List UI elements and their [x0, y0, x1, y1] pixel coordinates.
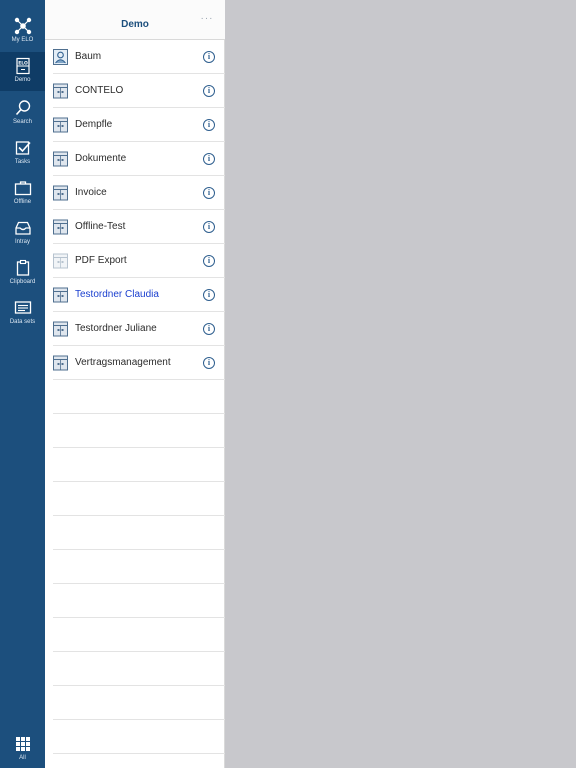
empty-row	[45, 516, 225, 550]
info-icon[interactable]: i	[203, 357, 215, 369]
sidebar-item-my-elo[interactable]: My ELO	[0, 12, 45, 52]
svg-text:ELO: ELO	[18, 61, 28, 67]
folder-list: Baum i CONTELO i Dempfle i Dokumente i I…	[45, 40, 225, 754]
list-item-invoice[interactable]: Invoice i	[45, 176, 225, 210]
folder-list-panel: Demo ··· Baum i CONTELO i Dempfle i Doku…	[45, 0, 225, 768]
sidebar-item-label: Tasks	[14, 159, 31, 165]
info-icon[interactable]: i	[203, 51, 215, 63]
cabinet-icon	[53, 321, 68, 337]
page-title: Demo	[121, 19, 149, 30]
list-item-testordner-juliane[interactable]: Testordner Juliane i	[45, 312, 225, 346]
sidebar-item-all[interactable]: All	[0, 730, 45, 768]
list-item-label: Testordner Claudia	[75, 289, 159, 300]
network-icon	[14, 17, 32, 35]
checkbox-icon	[14, 139, 32, 157]
list-item-baum[interactable]: Baum i	[45, 40, 225, 74]
list-item-label: Testordner Juliane	[75, 323, 157, 334]
empty-row	[45, 618, 225, 652]
archive-icon: ELO	[14, 57, 32, 75]
sidebar: My ELO ELO Demo Search Tasks Offline Int…	[0, 0, 45, 768]
cabinet-icon	[53, 219, 68, 235]
briefcase-icon	[14, 179, 32, 197]
grid-icon	[14, 735, 32, 753]
cabinet-icon	[53, 355, 68, 371]
sidebar-item-label: Demo	[14, 77, 31, 83]
cabinet-icon	[53, 83, 68, 99]
list-item-label: Baum	[75, 51, 102, 62]
clipboard-icon	[14, 259, 32, 277]
info-icon[interactable]: i	[203, 85, 215, 97]
search-icon	[14, 99, 32, 117]
sidebar-item-intray[interactable]: Intray	[0, 214, 45, 254]
empty-row	[45, 686, 225, 720]
info-icon[interactable]: i	[203, 153, 215, 165]
list-item-label: CONTELO	[75, 85, 124, 96]
sidebar-item-label: Offline	[13, 199, 32, 205]
sidebar-item-label: Intray	[14, 239, 30, 245]
info-icon[interactable]: i	[203, 289, 215, 301]
person-folder-icon	[53, 49, 68, 65]
sidebar-item-label: My ELO	[11, 37, 34, 43]
list-item-vertragsmanagement[interactable]: Vertragsmanagement i	[45, 346, 225, 380]
list-item-label: Dokumente	[75, 153, 127, 164]
sidebar-item-data-sets[interactable]: Data sets	[0, 294, 45, 334]
cabinet-icon	[53, 117, 68, 133]
content-area	[225, 0, 576, 768]
list-item-label: Offline-Test	[75, 221, 126, 232]
list-item-label: PDF Export	[75, 255, 127, 266]
inbox-icon	[14, 219, 32, 237]
list-item-label: Invoice	[75, 187, 107, 198]
data-sets-icon	[14, 299, 32, 317]
list-item-testordner-claudia[interactable]: Testordner Claudia i	[45, 278, 225, 312]
empty-row	[45, 448, 225, 482]
info-icon[interactable]: i	[203, 255, 215, 267]
sidebar-item-label: All	[19, 755, 26, 761]
sidebar-item-label: Data sets	[9, 319, 36, 325]
info-icon[interactable]: i	[203, 187, 215, 199]
more-options-button[interactable]: ···	[199, 13, 215, 25]
list-item-label: Vertragsmanagement	[75, 357, 171, 368]
list-item-contelo[interactable]: CONTELO i	[45, 74, 225, 108]
info-icon[interactable]: i	[203, 119, 215, 131]
list-item-dempfle[interactable]: Dempfle i	[45, 108, 225, 142]
sidebar-item-search[interactable]: Search	[0, 94, 45, 134]
empty-row	[45, 550, 225, 584]
cabinet-icon	[53, 185, 68, 201]
empty-row	[45, 380, 225, 414]
info-icon[interactable]: i	[203, 323, 215, 335]
empty-row	[45, 482, 225, 516]
sidebar-item-tasks[interactable]: Tasks	[0, 134, 45, 174]
empty-row	[45, 414, 225, 448]
info-icon[interactable]: i	[203, 221, 215, 233]
list-item-label: Dempfle	[75, 119, 113, 130]
cabinet-icon	[53, 151, 68, 167]
cabinet-icon	[53, 287, 68, 303]
panel-header: Demo ···	[45, 0, 225, 40]
list-item-offline-test[interactable]: Offline-Test i	[45, 210, 225, 244]
empty-row	[45, 584, 225, 618]
empty-row	[45, 720, 225, 754]
sidebar-item-clipboard[interactable]: Clipboard	[0, 254, 45, 294]
sidebar-item-label: Clipboard	[9, 279, 36, 285]
empty-row	[45, 652, 225, 686]
sidebar-item-demo[interactable]: ELO Demo	[0, 52, 45, 91]
cabinet-light-icon	[53, 253, 68, 269]
list-item-dokumente[interactable]: Dokumente i	[45, 142, 225, 176]
sidebar-item-label: Search	[12, 119, 32, 125]
list-item-pdf-export[interactable]: PDF Export i	[45, 244, 225, 278]
sidebar-item-offline[interactable]: Offline	[0, 174, 45, 214]
